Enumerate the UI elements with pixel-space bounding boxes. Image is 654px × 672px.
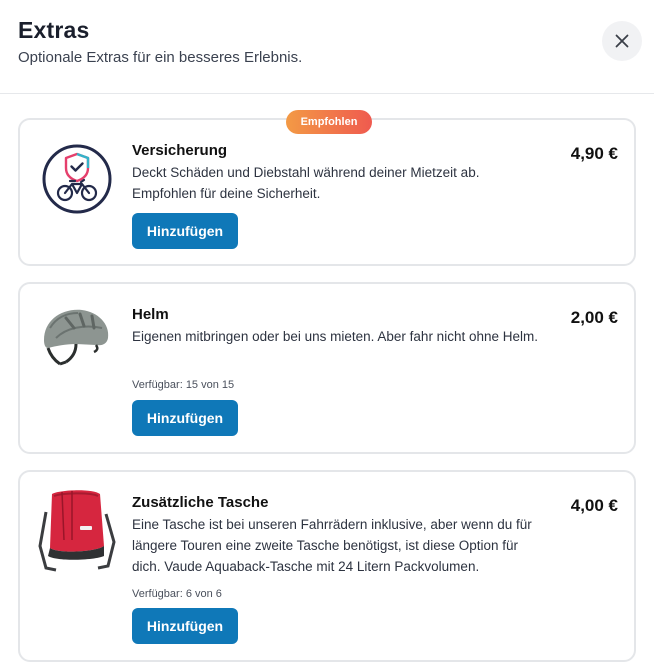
extra-card-helmet: Helm Eigenen mitbringen oder bei uns mie… [18, 282, 636, 454]
extra-name: Versicherung [132, 142, 228, 159]
add-helmet-button[interactable]: Hinzufügen [132, 400, 238, 436]
extra-card-bag: Zusätzliche Tasche Eine Tasche ist bei u… [18, 470, 636, 662]
pannier-bag-image [36, 486, 118, 572]
extras-header: Extras Optionale Extras für ein besseres… [0, 0, 654, 94]
availability-text: Verfügbar: 6 von 6 [132, 588, 222, 600]
extra-name: Helm [132, 306, 169, 323]
availability-text: Verfügbar: 15 von 15 [132, 379, 235, 391]
extra-card-insurance: Empfohlen Versicherung Deckt Schäden und… [18, 110, 636, 266]
page-title: Extras [18, 17, 90, 43]
add-insurance-button[interactable]: Hinzufügen [132, 213, 238, 249]
extra-price: 4,90 € [570, 144, 618, 163]
extra-price: 4,00 € [570, 496, 618, 515]
insurance-bike-icon [40, 142, 114, 216]
extra-description: Eigenen mitbringen oder bei uns mieten. … [132, 329, 538, 344]
extra-price: 2,00 € [570, 308, 618, 327]
page-subtitle: Optionale Extras für ein besseres Erlebn… [18, 49, 303, 66]
extra-name: Zusätzliche Tasche [132, 494, 269, 511]
extra-description: Deckt Schäden und Diebstahl während dein… [132, 165, 480, 201]
recommended-badge: Empfohlen [286, 110, 372, 134]
close-button[interactable] [602, 21, 642, 61]
extra-description: Eine Tasche ist bei unseren Fahrrädern i… [132, 517, 532, 574]
helmet-image [36, 298, 116, 378]
close-icon [615, 34, 629, 48]
add-bag-button[interactable]: Hinzufügen [132, 608, 238, 644]
